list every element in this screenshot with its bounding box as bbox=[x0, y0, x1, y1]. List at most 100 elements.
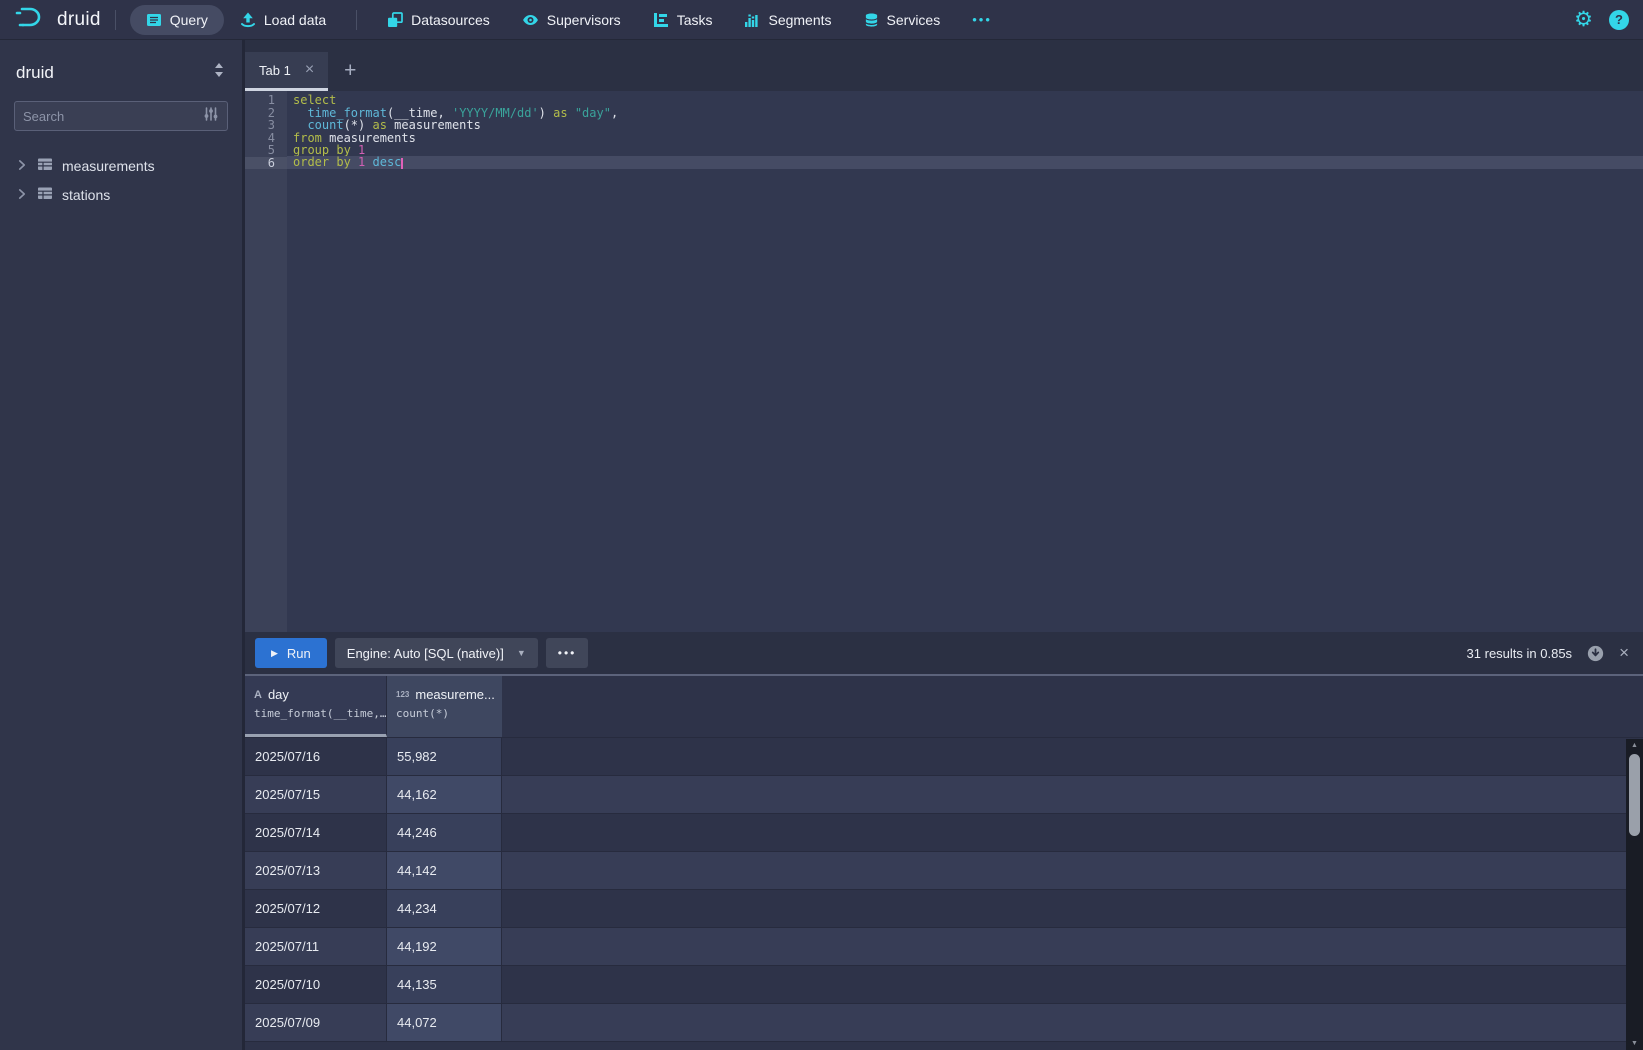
column-header-measureme[interactable]: 123measureme...count(*) bbox=[387, 676, 502, 737]
cell-measurements[interactable]: 44,246 bbox=[387, 814, 502, 851]
datasources-icon bbox=[387, 12, 403, 28]
cell-day[interactable]: 2025/07/10 bbox=[245, 966, 387, 1003]
topbar: druid Query Load data Datasources Superviso… bbox=[0, 0, 1643, 40]
cell-day[interactable]: 2025/07/13 bbox=[245, 852, 387, 889]
table-row: 2025/07/1655,982 bbox=[245, 738, 1643, 776]
play-icon: ▶ bbox=[271, 648, 278, 659]
services-icon bbox=[864, 12, 879, 28]
table-row: 2025/07/1044,135 bbox=[245, 966, 1643, 1004]
column-type-icon: 123 bbox=[396, 690, 409, 699]
filter-sliders-icon[interactable] bbox=[203, 106, 219, 127]
datasource-label: stations bbox=[62, 187, 110, 203]
nav-label: Tasks bbox=[677, 12, 713, 28]
scroll-down-icon[interactable]: ▼ bbox=[1631, 1037, 1638, 1050]
line-content: count(*) as measurements bbox=[287, 119, 1643, 132]
column-name: day bbox=[268, 687, 289, 702]
druid-logo-icon bbox=[14, 5, 48, 34]
results-body: 2025/07/1655,9822025/07/1544,1622025/07/… bbox=[245, 738, 1643, 1042]
cell-measurements[interactable]: 44,135 bbox=[387, 966, 502, 1003]
run-status: 31 results in 0.85s × bbox=[1467, 643, 1633, 663]
nav-label: Services bbox=[887, 12, 941, 28]
run-bar: ▶ Run Engine: Auto [SQL (native)] ▼ ••• … bbox=[245, 632, 1643, 674]
nav-supervisors[interactable]: Supervisors bbox=[506, 5, 637, 35]
sidebar-item-measurements[interactable]: measurements bbox=[14, 151, 228, 180]
topbar-separator bbox=[356, 10, 357, 30]
results-header: Adaytime_format(__time,…123measureme...c… bbox=[245, 676, 1643, 738]
nav-label: Query bbox=[170, 12, 208, 28]
results-status-text: 31 results in 0.85s bbox=[1467, 646, 1573, 661]
sidebar-item-stations[interactable]: stations bbox=[14, 180, 228, 209]
cell-day[interactable]: 2025/07/15 bbox=[245, 776, 387, 813]
double-caret-vertical-icon[interactable] bbox=[212, 62, 226, 83]
table-row: 2025/07/1544,162 bbox=[245, 776, 1643, 814]
download-results-icon[interactable] bbox=[1587, 645, 1604, 662]
scrollbar-thumb[interactable] bbox=[1629, 754, 1640, 836]
supervisors-icon bbox=[522, 12, 539, 28]
code-line-4[interactable]: 4from measurements bbox=[245, 132, 1643, 145]
nav-services[interactable]: Services bbox=[848, 5, 957, 35]
schema-sidebar: druid measurementss bbox=[0, 40, 245, 1050]
line-content: from measurements bbox=[287, 132, 1643, 145]
nav-query[interactable]: Query bbox=[130, 5, 224, 35]
chevron-right-icon[interactable] bbox=[16, 187, 28, 203]
line-content: time_format(__time, 'YYYY/MM/dd') as "da… bbox=[287, 107, 1643, 120]
scroll-up-icon[interactable]: ▲ bbox=[1631, 739, 1638, 752]
new-tab-button[interactable]: + bbox=[328, 59, 372, 83]
chevron-right-icon[interactable] bbox=[16, 158, 28, 174]
topbar-separator bbox=[115, 10, 116, 30]
table-row: 2025/07/1244,234 bbox=[245, 890, 1643, 928]
line-number: 5 bbox=[245, 144, 287, 157]
nav-label: Supervisors bbox=[547, 12, 621, 28]
top-nav: Query Load data Datasources Supervisors Task… bbox=[130, 0, 1008, 39]
nav-label: Segments bbox=[768, 12, 831, 28]
code-line-6[interactable]: 6order by 1 desc bbox=[245, 157, 1643, 170]
datasource-label: measurements bbox=[62, 158, 155, 174]
sidebar-header: druid bbox=[16, 62, 226, 83]
cell-day[interactable]: 2025/07/12 bbox=[245, 890, 387, 927]
nav-datasources[interactable]: Datasources bbox=[371, 5, 506, 35]
table-icon bbox=[37, 156, 53, 175]
cell-measurements[interactable]: 55,982 bbox=[387, 738, 502, 775]
settings-gear-icon[interactable]: ⚙ bbox=[1574, 9, 1593, 30]
cell-measurements[interactable]: 44,072 bbox=[387, 1004, 502, 1041]
vertical-scrollbar[interactable]: ▲ ▼ bbox=[1626, 739, 1643, 1050]
nav-segments[interactable]: Segments bbox=[728, 5, 847, 35]
search-input[interactable] bbox=[23, 109, 203, 124]
nav-label: Load data bbox=[264, 12, 326, 28]
close-tab-icon[interactable]: × bbox=[305, 62, 314, 78]
tasks-icon bbox=[653, 12, 669, 28]
cell-measurements[interactable]: 44,162 bbox=[387, 776, 502, 813]
code-line-3[interactable]: 3 count(*) as measurements bbox=[245, 119, 1643, 132]
nav-load-data[interactable]: Load data bbox=[224, 5, 342, 35]
line-number: 2 bbox=[245, 107, 287, 120]
cell-day[interactable]: 2025/07/14 bbox=[245, 814, 387, 851]
editor-gutter bbox=[245, 91, 287, 632]
brand-wordmark: druid bbox=[57, 9, 101, 31]
query-icon bbox=[146, 12, 162, 28]
table-row: 2025/07/0944,072 bbox=[245, 1004, 1643, 1042]
cell-measurements[interactable]: 44,234 bbox=[387, 890, 502, 927]
cell-day[interactable]: 2025/07/09 bbox=[245, 1004, 387, 1041]
run-button[interactable]: ▶ Run bbox=[255, 638, 327, 668]
close-results-icon[interactable]: × bbox=[1619, 643, 1629, 663]
cell-measurements[interactable]: 44,192 bbox=[387, 928, 502, 965]
cell-day[interactable]: 2025/07/11 bbox=[245, 928, 387, 965]
tab-1[interactable]: Tab 1 × bbox=[245, 52, 328, 88]
help-icon[interactable]: ? bbox=[1609, 10, 1629, 30]
table-row: 2025/07/1444,246 bbox=[245, 814, 1643, 852]
nav-more[interactable]: ••• bbox=[956, 5, 1008, 35]
cell-measurements[interactable]: 44,142 bbox=[387, 852, 502, 889]
cell-day[interactable]: 2025/07/16 bbox=[245, 738, 387, 775]
column-name: measureme... bbox=[415, 687, 494, 702]
nav-tasks[interactable]: Tasks bbox=[637, 5, 729, 35]
body: druid measurementss bbox=[0, 40, 1643, 1050]
sql-editor[interactable]: 1select2 time_format(__time, 'YYYY/MM/dd… bbox=[245, 91, 1643, 632]
line-content: order by 1 desc bbox=[287, 156, 1643, 169]
tab-label: Tab 1 bbox=[259, 63, 291, 78]
line-content: group by 1 bbox=[287, 144, 1643, 157]
line-number: 6 bbox=[245, 157, 287, 170]
code-line-5[interactable]: 5group by 1 bbox=[245, 144, 1643, 157]
run-more-button[interactable]: ••• bbox=[546, 638, 589, 668]
column-header-day[interactable]: Adaytime_format(__time,… bbox=[245, 676, 387, 737]
engine-select[interactable]: Engine: Auto [SQL (native)] ▼ bbox=[335, 638, 538, 668]
